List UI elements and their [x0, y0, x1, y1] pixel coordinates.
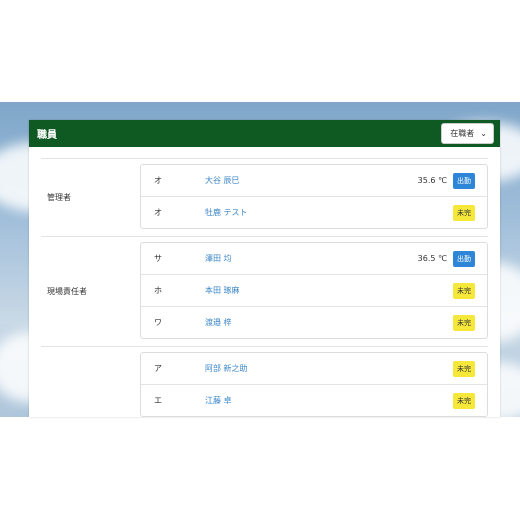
staff-panel: 職員 在職者 ⌄ 管理者 オ 大谷 辰巳 35.6 ℃ 出勤 オ 牡鹿 テスト … — [29, 120, 500, 417]
name-initial: ホ — [154, 286, 162, 295]
member-row: ア 阿部 新之助 未完 — [141, 353, 487, 385]
member-list: サ 澤田 均 36.5 ℃ 出勤 ホ 本田 琢麻 未完 ワ 渡邉 梓 未完 — [140, 242, 488, 339]
member-name-link[interactable]: 澤田 均 — [205, 253, 418, 264]
status-badge: 出勤 — [453, 172, 475, 189]
member-row: ホ 本田 琢麻 未完 — [141, 275, 487, 307]
role-group: 現場責任者 サ 澤田 均 36.5 ℃ 出勤 ホ 本田 琢麻 未完 ワ 渡邉 梓… — [41, 237, 488, 346]
panel-body: 管理者 オ 大谷 辰巳 35.6 ℃ 出勤 オ 牡鹿 テスト 未完 現場責任者 — [29, 158, 500, 417]
name-initial: ア — [154, 364, 162, 373]
name-initial: エ — [154, 396, 162, 405]
status-badge: 未完 — [453, 314, 475, 331]
temperature: 35.6 ℃ — [417, 176, 447, 185]
chevron-down-icon: ⌄ — [480, 129, 487, 138]
panel-title: 職員 — [37, 130, 57, 141]
status-badge: 未完 — [453, 392, 475, 409]
status-badge: 未完 — [453, 204, 475, 221]
filter-selected-value: 在職者 — [450, 129, 475, 138]
temperature: 36.5 ℃ — [417, 254, 447, 263]
role-label: 現場責任者 — [47, 287, 87, 296]
member-name-link[interactable]: 渡邉 梓 — [205, 317, 453, 328]
member-name-link[interactable]: 阿部 新之助 — [205, 363, 453, 374]
member-name-link[interactable]: 本田 琢麻 — [205, 285, 453, 296]
member-name-link[interactable]: 江藤 卓 — [205, 395, 453, 406]
role-group: ア 阿部 新之助 未完 エ 江藤 卓 未完 — [41, 347, 488, 417]
name-initial: オ — [154, 208, 162, 217]
name-initial: ワ — [154, 318, 162, 327]
status-badge: 未完 — [453, 282, 475, 299]
member-list: ア 阿部 新之助 未完 エ 江藤 卓 未完 — [140, 352, 488, 417]
role-group: 管理者 オ 大谷 辰巳 35.6 ℃ 出勤 オ 牡鹿 テスト 未完 — [41, 159, 488, 236]
member-row: オ 牡鹿 テスト 未完 — [141, 197, 487, 228]
member-name-link[interactable]: 大谷 辰巳 — [205, 175, 418, 186]
member-row: ワ 渡邉 梓 未完 — [141, 307, 487, 338]
role-label — [41, 347, 140, 417]
panel-header: 職員 在職者 ⌄ — [29, 120, 500, 147]
name-initial: オ — [154, 176, 162, 185]
member-list: オ 大谷 辰巳 35.6 ℃ 出勤 オ 牡鹿 テスト 未完 — [140, 164, 488, 229]
name-initial: サ — [154, 254, 162, 263]
member-name-link[interactable]: 牡鹿 テスト — [205, 207, 453, 218]
member-row: オ 大谷 辰巳 35.6 ℃ 出勤 — [141, 165, 487, 197]
employment-filter-select[interactable]: 在職者 ⌄ — [441, 123, 494, 144]
status-badge: 出勤 — [453, 250, 475, 267]
status-badge: 未完 — [453, 360, 475, 377]
member-row: サ 澤田 均 36.5 ℃ 出勤 — [141, 243, 487, 275]
member-row: エ 江藤 卓 未完 — [141, 385, 487, 416]
role-label: 管理者 — [47, 193, 71, 202]
